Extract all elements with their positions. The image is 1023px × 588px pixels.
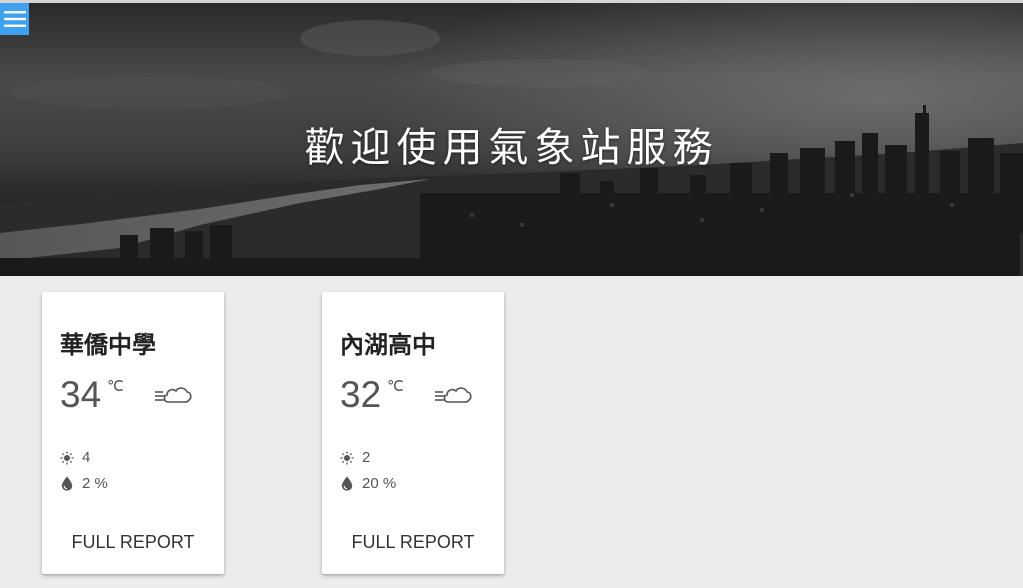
uv-value: 2 (362, 449, 371, 466)
station-name: 華僑中學 (60, 331, 156, 359)
temperature-value: 34 (60, 374, 102, 415)
temperature-unit: ℃ (387, 378, 404, 395)
temperature-unit: ℃ (107, 378, 124, 395)
rain-probability: 20 % (340, 475, 396, 492)
uv-index: 2 (340, 449, 370, 466)
windy-cloud-icon (155, 387, 192, 403)
rain-value: 2 % (82, 475, 108, 492)
rain-probability: 2 % (60, 475, 108, 492)
full-report-button[interactable]: FULL REPORT (42, 532, 224, 553)
windy-cloud-icon (435, 387, 472, 403)
hamburger-menu-icon (3, 11, 26, 27)
station-card: 華僑中學 34 ℃ 4 2 % FULL REPORT (42, 292, 224, 574)
temperature-value: 32 (340, 374, 382, 415)
water-drop-icon (340, 476, 354, 491)
sun-icon (340, 451, 354, 465)
uv-index: 4 (60, 449, 90, 466)
page: 歡迎使用氣象站服務 華僑中學 34 ℃ 4 2 % FULL REPORT 內湖… (0, 0, 1023, 588)
menu-button[interactable] (0, 3, 29, 35)
water-drop-icon (60, 476, 74, 491)
sun-icon (60, 451, 74, 465)
rain-value: 20 % (362, 475, 397, 492)
station-name: 內湖高中 (340, 331, 436, 359)
full-report-button[interactable]: FULL REPORT (322, 532, 504, 553)
hero-title: 歡迎使用氣象站服務 (304, 125, 719, 171)
uv-value: 4 (82, 449, 91, 466)
hero-banner: 歡迎使用氣象站服務 (0, 3, 1023, 276)
station-card: 內湖高中 32 ℃ 2 20 % FULL REPORT (322, 292, 504, 574)
